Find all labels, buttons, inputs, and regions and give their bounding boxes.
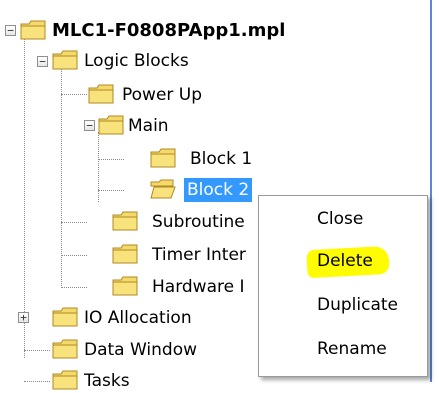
folder-icon — [52, 339, 78, 359]
folder-icon — [52, 307, 78, 327]
folder-icon — [52, 50, 78, 70]
tree-item-logic-blocks[interactable]: Logic Blocks — [84, 49, 189, 73]
tree-line — [98, 132, 99, 202]
tree-item-block-2[interactable]: Block 2 — [184, 178, 253, 202]
tree-line — [61, 94, 87, 95]
tree-item-subroutine[interactable]: Subroutine — [152, 210, 245, 234]
tree-item-main[interactable]: Main — [128, 114, 169, 138]
tree-item-io-allocation[interactable]: IO Allocation — [84, 306, 192, 330]
tree-line — [98, 159, 124, 160]
menu-item-close[interactable]: Close — [259, 198, 427, 240]
tree-line — [61, 255, 87, 256]
tree-item-timer-interrupt[interactable]: Timer Inter — [152, 243, 246, 267]
menu-item-delete[interactable]: Delete — [259, 240, 427, 282]
collapse-toggle[interactable]: − — [84, 120, 95, 131]
folder-icon — [112, 211, 138, 231]
tree-item-block-1[interactable]: Block 1 — [190, 147, 252, 171]
tree-line — [24, 350, 50, 351]
tree-line — [24, 36, 25, 358]
menu-item-label: Close — [317, 209, 364, 229]
tree-item-hardware-interrupt[interactable]: Hardware I — [152, 275, 245, 299]
menu-item-label: Duplicate — [317, 295, 398, 315]
tree-line — [61, 287, 87, 288]
folder-icon — [98, 115, 124, 135]
tree-item-tasks[interactable]: Tasks — [84, 369, 130, 393]
tree-item-data-window[interactable]: Data Window — [84, 338, 197, 362]
open-folder-icon — [150, 179, 176, 199]
folder-icon — [112, 244, 138, 264]
tree-item-power-up[interactable]: Power Up — [122, 83, 202, 107]
menu-item-label: Delete — [317, 251, 373, 271]
folder-icon — [150, 148, 176, 168]
tree-line — [98, 190, 124, 191]
collapse-toggle[interactable]: − — [37, 56, 48, 67]
menu-item-duplicate[interactable]: Duplicate — [259, 284, 427, 326]
folder-icon — [20, 20, 46, 40]
tree-line — [61, 222, 87, 223]
folder-icon — [112, 276, 138, 296]
collapse-toggle[interactable]: − — [5, 25, 16, 36]
menu-item-label: Rename — [317, 339, 387, 359]
pane-border — [430, 0, 432, 382]
folder-icon — [88, 84, 114, 104]
context-menu: Close Delete Duplicate Rename — [258, 195, 428, 377]
tree-item-project[interactable]: MLC1-F0808PApp1.mpl — [52, 19, 285, 43]
folder-icon — [52, 370, 78, 390]
expand-toggle[interactable]: + — [18, 312, 29, 323]
menu-item-rename[interactable]: Rename — [259, 328, 427, 370]
